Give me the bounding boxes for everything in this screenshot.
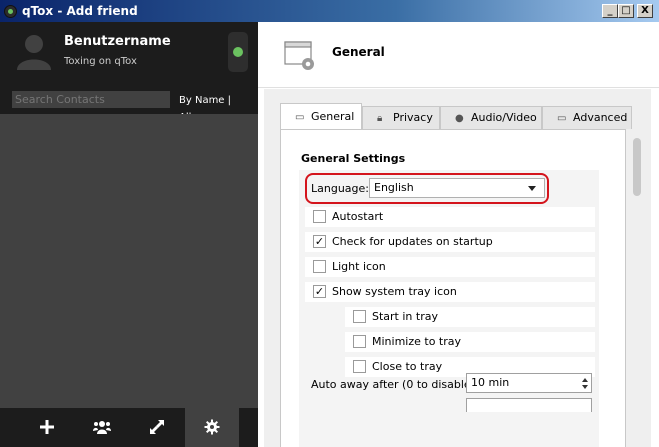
section-title: General Settings <box>301 152 406 165</box>
tab-audio-video[interactable]: ● Audio/Video <box>440 106 542 129</box>
search-contacts-input[interactable] <box>12 91 170 108</box>
settings-scrollbar[interactable] <box>631 130 643 430</box>
start-in-tray-label: Start in tray <box>372 310 438 323</box>
settings-area: ▭ General 🔒︎ Privacy ● Audio/Video ▭ Advance… <box>264 89 651 447</box>
tab-advanced-label: Advanced <box>573 111 628 124</box>
create-group-button[interactable] <box>75 408 129 447</box>
auto-away-label: Auto away after (0 to disable): <box>311 378 479 391</box>
language-highlight <box>305 173 549 204</box>
sidebar: Benutzername Toxing on qTox By Name | Al… <box>0 22 258 447</box>
tab-general-label: General <box>311 110 355 123</box>
group-icon <box>93 421 111 434</box>
autostart-label: Autostart <box>332 210 384 223</box>
tab-advanced[interactable]: ▭ Advanced <box>542 106 632 129</box>
add-friend-icon <box>40 420 54 434</box>
advanced-icon: ▭ <box>557 113 567 124</box>
profile-name[interactable]: Benutzername <box>64 34 171 49</box>
page-title: General <box>332 45 385 59</box>
tab-general[interactable]: ▭ General <box>280 103 362 130</box>
tab-audio-video-label: Audio/Video <box>471 111 537 124</box>
maximize-button[interactable]: □ <box>618 4 634 18</box>
autostart-checkbox[interactable] <box>313 210 326 223</box>
check-updates-label: Check for updates on startup <box>332 235 493 248</box>
close-to-tray-label: Close to tray <box>372 360 443 373</box>
check-updates-checkbox[interactable]: ✓ <box>313 235 326 248</box>
tab-privacy[interactable]: 🔒︎ Privacy <box>362 106 440 129</box>
auto-away-spinbox[interactable]: 10 min <box>466 373 592 393</box>
profile-status-message[interactable]: Toxing on qTox <box>64 56 137 67</box>
online-status-icon <box>233 47 243 57</box>
add-friend-button[interactable] <box>20 408 74 447</box>
contact-list[interactable] <box>0 114 258 408</box>
avatar-icon[interactable] <box>14 30 54 70</box>
settings-button[interactable] <box>185 408 239 447</box>
close-to-tray-checkbox[interactable] <box>353 360 366 373</box>
qtox-app-icon <box>4 5 17 18</box>
spin-down-icon[interactable] <box>582 385 588 389</box>
profile-panel: Benutzername Toxing on qTox <box>0 22 258 86</box>
minimize-to-tray-checkbox[interactable] <box>353 335 366 348</box>
general-tab-panel: General Settings Language: English Autos… <box>280 129 641 447</box>
show-tray-option[interactable]: ✓ Show system tray icon <box>305 282 595 302</box>
lock-icon: 🔒︎ <box>377 113 383 124</box>
light-icon-checkbox[interactable] <box>313 260 326 273</box>
settings-page-icon <box>284 41 314 70</box>
light-icon-option[interactable]: Light icon <box>305 257 595 277</box>
window-titlebar: qTox - Add friend _ □ X <box>0 0 659 22</box>
window-title: qTox - Add friend <box>22 4 138 18</box>
light-icon-label: Light icon <box>332 260 386 273</box>
general-icon: ▭ <box>295 112 305 123</box>
file-transfers-button[interactable] <box>130 408 184 447</box>
scrollbar-thumb[interactable] <box>633 138 641 196</box>
status-button[interactable] <box>228 32 248 72</box>
spin-up-icon[interactable] <box>582 378 588 382</box>
close-button[interactable]: X <box>637 4 653 18</box>
auto-away-value: 10 min <box>471 376 510 389</box>
settings-view: General ▭ General 🔒︎ Privacy ● Audio/Video … <box>258 22 659 447</box>
page-header: General <box>258 22 659 88</box>
contact-filter-dropdown[interactable]: By Name | All <box>175 91 247 123</box>
next-setting-field[interactable] <box>466 398 592 412</box>
minimize-to-tray-option[interactable]: Minimize to tray <box>345 332 595 352</box>
autostart-option[interactable]: Autostart <box>305 207 595 227</box>
minimize-button[interactable]: _ <box>602 4 618 18</box>
settings-gear-icon <box>204 419 220 435</box>
minimize-to-tray-label: Minimize to tray <box>372 335 462 348</box>
check-updates-option[interactable]: ✓ Check for updates on startup <box>305 232 595 252</box>
tab-privacy-label: Privacy <box>393 111 433 124</box>
start-in-tray-checkbox[interactable] <box>353 310 366 323</box>
show-tray-label: Show system tray icon <box>332 285 457 298</box>
webcam-icon: ● <box>455 113 464 124</box>
search-row: By Name | All <box>0 86 258 123</box>
bottom-toolbar <box>0 408 258 447</box>
show-tray-checkbox[interactable]: ✓ <box>313 285 326 298</box>
start-in-tray-option[interactable]: Start in tray <box>345 307 595 327</box>
file-transfer-icon <box>150 420 164 434</box>
